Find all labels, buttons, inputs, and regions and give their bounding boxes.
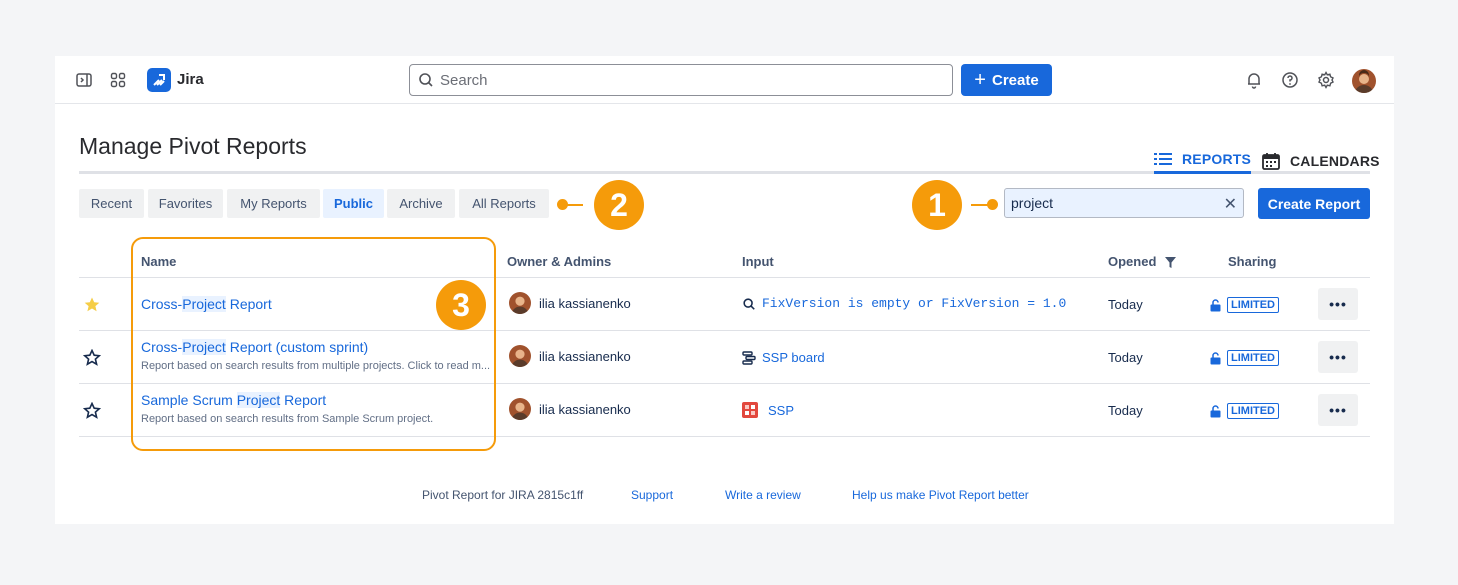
more-actions-button[interactable]: ••• (1318, 394, 1358, 426)
filter-tab-my-reports[interactable]: My Reports (227, 189, 320, 218)
sharing-cell[interactable]: LIMITED (1210, 350, 1279, 366)
search-icon (419, 73, 433, 87)
settings-gear-icon[interactable] (1315, 69, 1337, 91)
input-cell[interactable]: SSP (742, 402, 794, 418)
more-actions-button[interactable]: ••• (1318, 288, 1358, 320)
input-cell[interactable]: FixVersion is empty or FixVersion = 1.0 (742, 296, 1066, 311)
calendar-icon (1262, 153, 1280, 170)
owner-name: ilia kassianenko (539, 295, 631, 311)
sharing-badge: LIMITED (1227, 403, 1279, 419)
help-icon[interactable] (1279, 69, 1301, 91)
app-name[interactable]: Jira (177, 71, 204, 88)
owner-avatar (509, 398, 531, 420)
footer-version: Pivot Report for JIRA 2815c1ff (422, 488, 584, 502)
app-window: Jira + Create Manage Pivot Reports REPOR… (55, 56, 1394, 524)
owner-cell: ilia kassianenko (509, 345, 631, 367)
owner-name: ilia kassianenko (539, 401, 631, 417)
list-icon (1154, 152, 1172, 165)
create-label: Create (991, 71, 1039, 89)
search-icon (743, 297, 755, 310)
owner-cell: ilia kassianenko (509, 292, 631, 314)
favorite-star-outline-icon[interactable] (83, 402, 101, 420)
owner-avatar (509, 345, 531, 367)
footer-link-feedback[interactable]: Help us make Pivot Report better (852, 488, 1029, 502)
opened-value: Today (1108, 297, 1143, 312)
more-actions-button[interactable]: ••• (1318, 341, 1358, 373)
callout-1-dot (987, 199, 998, 210)
sharing-cell[interactable]: LIMITED (1210, 403, 1279, 419)
footer-link-support[interactable]: Support (631, 488, 673, 502)
callout-3-badge: 3 (436, 280, 486, 330)
tab-calendars[interactable]: CALENDARS (1262, 148, 1380, 174)
footer-link-review[interactable]: Write a review (725, 488, 801, 502)
column-header-opened[interactable]: Opened (1108, 254, 1156, 269)
favorite-star-outline-icon[interactable] (83, 349, 101, 367)
filter-tab-public[interactable]: Public (323, 189, 384, 218)
jira-logo-icon[interactable] (147, 68, 171, 92)
lock-open-icon (1210, 404, 1221, 417)
report-filter-input[interactable] (1011, 195, 1211, 211)
page-title: Manage Pivot Reports (79, 133, 307, 159)
owner-avatar (509, 292, 531, 314)
callout-3-highlight (131, 237, 496, 451)
column-header-sharing[interactable]: Sharing (1228, 254, 1276, 269)
clear-icon[interactable]: ✕ (1224, 194, 1237, 214)
input-query: FixVersion is empty or FixVersion = 1.0 (762, 296, 1067, 311)
owner-name: ilia kassianenko (539, 348, 631, 364)
callout-2-line (565, 204, 583, 206)
top-navigation: Jira + Create (55, 56, 1394, 104)
input-board: SSP board (762, 350, 825, 365)
lock-open-icon (1210, 351, 1221, 364)
owner-cell: ilia kassianenko (509, 398, 631, 420)
plus-icon: + (974, 69, 986, 91)
sharing-cell[interactable]: LIMITED (1210, 297, 1279, 313)
report-filter-field[interactable]: ✕ (1004, 188, 1244, 218)
user-avatar[interactable] (1352, 69, 1376, 93)
filter-tab-archive[interactable]: Archive (387, 189, 455, 218)
app-switcher-icon[interactable] (107, 69, 129, 91)
board-icon (742, 350, 756, 365)
tab-reports-label: REPORTS (1182, 150, 1252, 167)
filter-tab-favorites[interactable]: Favorites (148, 189, 223, 218)
favorite-star-filled-icon[interactable] (83, 296, 101, 314)
sharing-badge: LIMITED (1227, 350, 1279, 366)
filter-tab-all-reports[interactable]: All Reports (459, 189, 549, 218)
sharing-badge: LIMITED (1227, 297, 1279, 313)
search-input[interactable] (440, 71, 920, 89)
column-header-input[interactable]: Input (742, 254, 774, 269)
opened-value: Today (1108, 403, 1143, 418)
lock-open-icon (1210, 298, 1221, 311)
tab-calendars-label: CALENDARS (1290, 153, 1380, 169)
opened-value: Today (1108, 350, 1143, 365)
notifications-bell-icon[interactable] (1243, 69, 1265, 91)
global-search[interactable] (409, 64, 953, 96)
input-cell[interactable]: SSP board (742, 350, 825, 365)
sidebar-toggle-icon[interactable] (73, 69, 95, 91)
input-project: SSP (768, 402, 795, 418)
create-button[interactable]: + Create (961, 64, 1052, 96)
callout-2-badge: 2 (594, 180, 644, 230)
column-header-owner[interactable]: Owner & Admins (507, 254, 611, 269)
filter-funnel-icon[interactable] (1164, 256, 1177, 269)
project-icon (742, 402, 758, 418)
filter-tab-recent[interactable]: Recent (79, 189, 144, 218)
tab-reports[interactable]: REPORTS (1154, 148, 1252, 174)
create-report-button[interactable]: Create Report (1258, 188, 1370, 219)
callout-1-badge: 1 (912, 180, 962, 230)
